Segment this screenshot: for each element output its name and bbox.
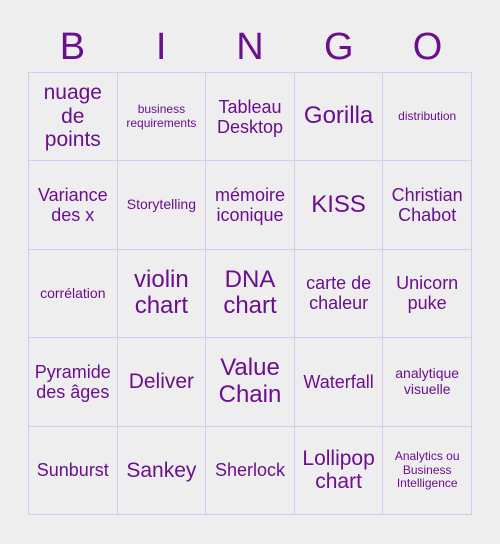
bingo-cell-label: corrélation: [40, 284, 106, 301]
bingo-header-letter-b: B: [59, 26, 86, 68]
bingo-header: B I N G O: [28, 22, 472, 72]
bingo-cell-label: business requirements: [126, 102, 197, 130]
bingo-cell-g4[interactable]: Waterfall: [294, 338, 384, 427]
bingo-cell-i3[interactable]: violin chart: [117, 249, 207, 339]
bingo-header-letter-o: O: [412, 26, 443, 68]
bingo-cell-o3[interactable]: Unicorn puke: [383, 249, 472, 339]
bingo-cell-label: Analytics ou Business Intelligence: [394, 449, 460, 491]
bingo-cell-o5[interactable]: Analytics ou Business Intelligence: [383, 426, 472, 515]
bingo-cell-label: Christian Chabot: [391, 184, 463, 226]
bingo-header-letter-n: N: [236, 26, 264, 68]
bingo-cell-i2[interactable]: Storytelling: [117, 161, 207, 250]
bingo-header-letter-i: I: [155, 26, 167, 68]
bingo-cell-g5[interactable]: Lollipop chart: [294, 426, 384, 515]
bingo-cell-o4[interactable]: analytique visuelle: [383, 338, 472, 427]
bingo-cell-i1[interactable]: business requirements: [117, 73, 207, 162]
bingo-cell-b1[interactable]: nuage de points: [29, 73, 118, 162]
bingo-cell-label: Variance des x: [37, 184, 108, 226]
bingo-cell-label: violin chart: [134, 265, 189, 320]
bingo-cell-label: nuage de points: [43, 81, 102, 152]
bingo-cell-o2[interactable]: Christian Chabot: [383, 161, 472, 250]
bingo-cell-b3[interactable]: corrélation: [29, 249, 118, 339]
bingo-cell-n3[interactable]: DNA chart: [206, 249, 295, 339]
bingo-cell-n5[interactable]: Sherlock: [206, 426, 295, 515]
bingo-cell-label: Unicorn puke: [396, 273, 459, 314]
bingo-cell-label: Value Chain: [218, 354, 282, 408]
bingo-cell-o1[interactable]: distribution: [383, 73, 472, 162]
bingo-cell-n4[interactable]: Value Chain: [206, 338, 295, 427]
bingo-cell-label: mémoire iconique: [214, 184, 285, 226]
bingo-cell-b5[interactable]: Sunburst: [29, 426, 118, 515]
bingo-cell-b4[interactable]: Pyramide des âges: [29, 338, 118, 427]
bingo-cell-label: Lollipop chart: [302, 446, 375, 494]
bingo-cell-label: Deliver: [128, 370, 195, 394]
bingo-cell-label: Tableau Desktop: [216, 96, 284, 137]
bingo-cell-label: KISS: [311, 190, 366, 218]
bingo-cell-label: Sunburst: [36, 460, 109, 481]
bingo-cell-n1[interactable]: Tableau Desktop: [206, 73, 295, 162]
bingo-cell-label: analytique visuelle: [395, 365, 460, 397]
bingo-cell-g2[interactable]: KISS: [294, 161, 384, 250]
bingo-cell-n2[interactable]: mémoire iconique: [206, 161, 295, 250]
bingo-header-letter-g: G: [324, 26, 354, 68]
bingo-cell-i5[interactable]: Sankey: [117, 426, 207, 515]
bingo-cell-label: Sankey: [126, 458, 197, 482]
bingo-cell-label: Pyramide des âges: [34, 361, 111, 402]
bingo-cell-g1[interactable]: Gorilla: [294, 73, 384, 162]
bingo-cell-label: carte de chaleur: [306, 273, 372, 314]
bingo-card: B I N G O nuage de points business requi…: [0, 0, 500, 544]
bingo-grid: nuage de points business requirements Ta…: [28, 72, 472, 515]
bingo-cell-label: Waterfall: [303, 371, 374, 392]
bingo-cell-label: distribution: [398, 108, 457, 123]
bingo-cell-i4[interactable]: Deliver: [117, 338, 207, 427]
bingo-cell-label: Gorilla: [303, 102, 374, 130]
bingo-cell-label: DNA chart: [223, 265, 277, 320]
bingo-cell-b2[interactable]: Variance des x: [29, 161, 118, 250]
bingo-cell-g3[interactable]: carte de chaleur: [294, 249, 384, 339]
bingo-cell-label: Storytelling: [126, 196, 197, 213]
bingo-cell-label: Sherlock: [214, 460, 285, 481]
